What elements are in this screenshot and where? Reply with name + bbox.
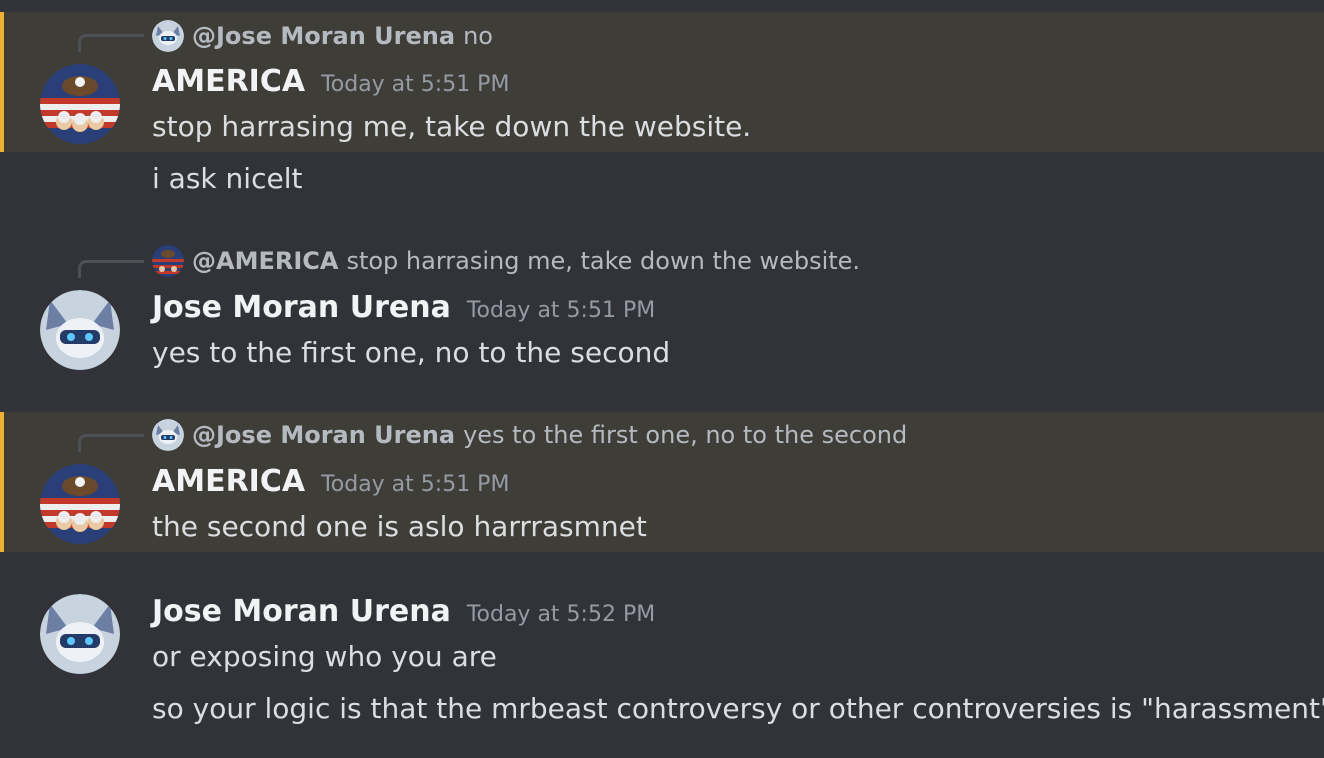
message-header: AMERICA Today at 5:51 PM xyxy=(152,464,509,499)
chat-messages: @Jose Moran Urena no AMERICA Today at 5:… xyxy=(0,0,1324,758)
reply-text: stop harrasing me, take down the website… xyxy=(346,247,861,275)
timestamp[interactable]: Today at 5:51 PM xyxy=(321,472,509,497)
reply-text: yes to the first one, no to the second xyxy=(463,421,908,449)
message-text: stop harrasing me, take down the website… xyxy=(152,110,752,143)
fox-avatar-icon xyxy=(152,20,184,52)
fox-avatar[interactable] xyxy=(40,290,120,370)
username[interactable]: Jose Moran Urena xyxy=(152,290,451,325)
reply-preview[interactable]: @AMERICA stop harrasing me, take down th… xyxy=(152,245,860,277)
message-text: i ask nicelt xyxy=(152,162,303,195)
message-header: Jose Moran Urena Today at 5:51 PM xyxy=(152,290,655,325)
reply-mention[interactable]: @Jose Moran Urena xyxy=(192,22,455,50)
america-avatar[interactable] xyxy=(40,464,120,544)
america-avatar[interactable] xyxy=(40,64,120,144)
message-text: so your logic is that the mrbeast contro… xyxy=(152,692,1324,725)
message-header: Jose Moran Urena Today at 5:52 PM xyxy=(152,594,655,629)
timestamp[interactable]: Today at 5:51 PM xyxy=(467,298,655,323)
reply-mention[interactable]: @Jose Moran Urena xyxy=(192,421,455,449)
message-text: yes to the first one, no to the second xyxy=(152,336,671,369)
message-text: or exposing who you are xyxy=(152,640,497,673)
username[interactable]: AMERICA xyxy=(152,64,305,99)
fox-avatar[interactable] xyxy=(40,594,120,674)
message-text: the second one is aslo harrrasmnet xyxy=(152,510,647,543)
reply-text: no xyxy=(463,22,493,50)
reply-preview[interactable]: @Jose Moran Urena no xyxy=(152,20,493,52)
reply-connector xyxy=(78,34,144,52)
reply-connector xyxy=(78,260,144,278)
timestamp[interactable]: Today at 5:52 PM xyxy=(467,602,655,627)
username[interactable]: AMERICA xyxy=(152,464,305,499)
fox-avatar-icon xyxy=(152,419,184,451)
america-avatar-icon xyxy=(152,245,184,277)
message-header: AMERICA Today at 5:51 PM xyxy=(152,64,509,99)
reply-mention[interactable]: @AMERICA xyxy=(192,247,338,275)
username[interactable]: Jose Moran Urena xyxy=(152,594,451,629)
reply-preview[interactable]: @Jose Moran Urena yes to the first one, … xyxy=(152,419,907,451)
reply-connector xyxy=(78,434,144,452)
timestamp[interactable]: Today at 5:51 PM xyxy=(321,72,509,97)
